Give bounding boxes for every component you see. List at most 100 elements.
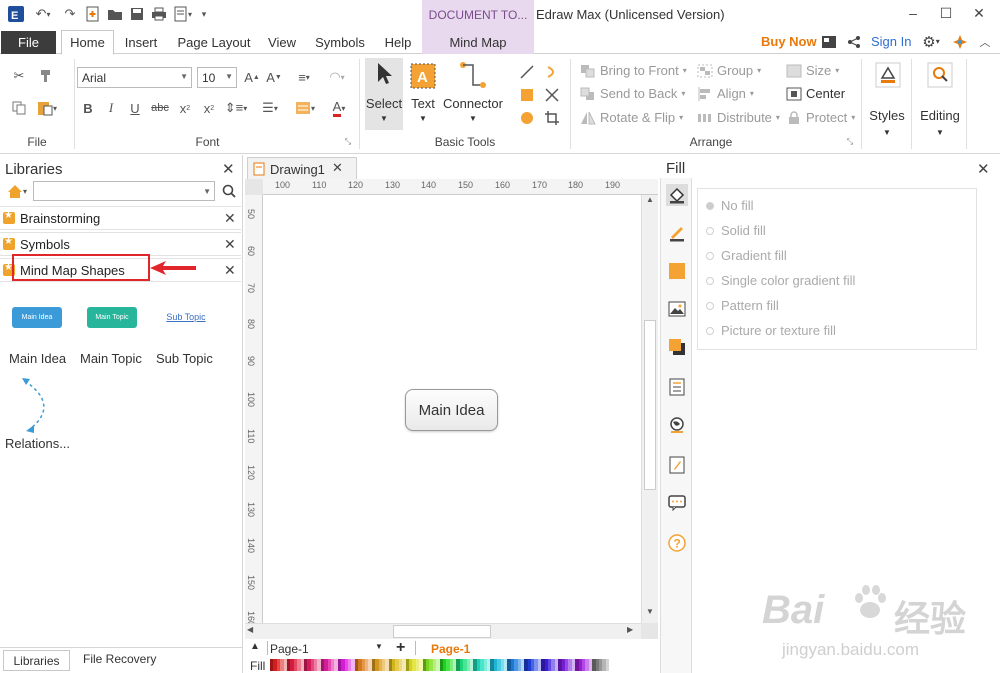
globe-icon[interactable]: [666, 414, 688, 436]
close-window-icon[interactable]: ✕: [966, 3, 992, 23]
arc-icon[interactable]: [543, 63, 561, 81]
print-icon[interactable]: [150, 5, 168, 23]
distribute-button[interactable]: Distribute ▾: [697, 110, 780, 125]
close-icon[interactable]: ✕: [224, 236, 236, 253]
bold-icon[interactable]: B: [80, 99, 96, 117]
tab-symbols[interactable]: Symbols: [310, 30, 370, 54]
connector-tool-button[interactable]: Connector ▼: [442, 58, 504, 130]
select-tool-button[interactable]: Select ▼: [365, 58, 403, 130]
horizontal-scroll-thumb[interactable]: [393, 625, 491, 638]
horizontal-scrollbar[interactable]: ◀ ▶: [245, 623, 641, 639]
comment-icon[interactable]: [666, 492, 688, 514]
vertical-scrollbar[interactable]: ▲ ▼: [641, 195, 658, 623]
fill-option-pattern-fill[interactable]: Pattern fill: [706, 298, 779, 313]
scroll-up-icon[interactable]: ▲: [644, 195, 656, 209]
fill-bucket-icon[interactable]: [666, 184, 688, 206]
open-folder-icon[interactable]: [106, 5, 124, 23]
fill-option-single-color-gradient-fill[interactable]: Single color gradient fill: [706, 273, 855, 288]
tab-home[interactable]: Home: [61, 30, 114, 55]
bullets-icon[interactable]: ☰ ▾: [256, 99, 284, 117]
image-icon[interactable]: [666, 298, 688, 320]
rectangle-icon[interactable]: [518, 86, 536, 104]
close-icon[interactable]: ✕: [224, 210, 236, 227]
page-selector[interactable]: Page-1: [270, 642, 309, 656]
close-icon[interactable]: ✕: [332, 160, 343, 176]
grow-font-icon[interactable]: A ▲: [243, 67, 261, 87]
close-icon[interactable]: ✕: [222, 160, 235, 178]
superscript-icon[interactable]: x2: [200, 99, 218, 117]
crop-icon[interactable]: [543, 109, 561, 127]
gear-icon[interactable]: ⚙ ▾: [918, 32, 944, 51]
font-color-icon[interactable]: A ▾: [326, 99, 352, 117]
center-button[interactable]: Center: [786, 86, 845, 101]
drawing-page[interactable]: Main Idea: [263, 195, 641, 623]
italic-icon[interactable]: I: [103, 99, 119, 117]
cut-icon[interactable]: ✂: [10, 67, 28, 85]
close-icon[interactable]: ✕: [224, 262, 236, 279]
line-spacing-icon[interactable]: ⇕≡ ▾: [223, 99, 249, 117]
size-button[interactable]: Size ▾: [786, 63, 839, 78]
search-icon[interactable]: [220, 182, 238, 200]
main-idea-shape-thumb[interactable]: Main Idea: [12, 307, 62, 328]
bring-to-front-button[interactable]: Bring to Front ▾: [580, 63, 687, 78]
scroll-right-icon[interactable]: ▶: [627, 625, 639, 638]
library-item-brainstorming[interactable]: Brainstorming ✕: [0, 206, 241, 230]
tab-file-recovery[interactable]: File Recovery: [83, 652, 156, 666]
scroll-left-icon[interactable]: ◀: [247, 625, 259, 638]
close-icon[interactable]: ✕: [977, 160, 990, 178]
line-icon[interactable]: [518, 63, 536, 81]
paste-icon[interactable]: ▾: [34, 99, 60, 117]
tab-page-layout[interactable]: Page Layout: [172, 30, 256, 54]
text-tool-button[interactable]: A Text ▼: [406, 58, 440, 130]
main-idea-shape[interactable]: Main Idea: [405, 389, 498, 431]
fill-option-gradient-fill[interactable]: Gradient fill: [706, 248, 787, 263]
share-icon[interactable]: [846, 33, 862, 50]
document-edit-icon[interactable]: [666, 454, 688, 476]
color-swatch[interactable]: [605, 659, 610, 671]
tab-view[interactable]: View: [263, 30, 301, 54]
underline-icon[interactable]: U: [127, 99, 143, 117]
font-family-select[interactable]: Arial ▼: [77, 67, 192, 88]
arrange-dialog-launcher-icon[interactable]: ⤡: [845, 137, 855, 147]
format-painter-icon[interactable]: [36, 67, 54, 85]
chevron-down-icon[interactable]: ▼: [375, 642, 383, 651]
save-icon[interactable]: [128, 5, 146, 23]
help-icon[interactable]: ?: [666, 532, 688, 554]
add-page-icon[interactable]: +: [396, 639, 405, 657]
curve-text-icon[interactable]: ◠ ▾: [322, 67, 352, 87]
tab-libraries[interactable]: Libraries: [3, 650, 70, 671]
font-dialog-launcher-icon[interactable]: ⤡: [343, 137, 353, 147]
page-navigator-icon[interactable]: ▲: [250, 641, 260, 652]
customize-toolbar-icon[interactable]: ▾: [198, 5, 210, 23]
sub-topic-shape-thumb[interactable]: Sub Topic: [160, 312, 212, 326]
fill-option-no-fill[interactable]: No fill: [706, 198, 754, 213]
editing-button[interactable]: Editing ▼: [915, 60, 965, 140]
page-properties-icon[interactable]: [666, 376, 688, 398]
copy-icon[interactable]: [10, 99, 28, 117]
relations-shape-thumb[interactable]: [20, 375, 52, 435]
line-style-icon[interactable]: [666, 222, 688, 244]
cross-icon[interactable]: [543, 86, 561, 104]
fill-option-solid-fill[interactable]: Solid fill: [706, 223, 766, 238]
buy-now-link[interactable]: Buy Now: [761, 34, 817, 49]
file-menu-tab[interactable]: File: [1, 31, 56, 54]
group-button[interactable]: Group ▾: [697, 63, 761, 78]
font-size-select[interactable]: 10 ▼: [197, 67, 237, 88]
tab-mind-map[interactable]: Mind Map: [422, 30, 534, 54]
send-to-back-button[interactable]: Send to Back ▾: [580, 86, 685, 101]
export-icon[interactable]: ▾: [172, 5, 194, 23]
shrink-font-icon[interactable]: A ▼: [265, 67, 283, 87]
shadow-color-icon[interactable]: [666, 260, 688, 282]
license-icon[interactable]: [820, 33, 838, 50]
fill-option-picture-texture-fill[interactable]: Picture or texture fill: [706, 323, 836, 338]
text-background-icon[interactable]: ▾: [291, 99, 319, 117]
minimize-icon[interactable]: –: [900, 3, 926, 23]
document-tab-drawing1[interactable]: Drawing1 ✕: [247, 157, 357, 179]
scroll-down-icon[interactable]: ▼: [644, 607, 656, 621]
protect-button[interactable]: Protect ▾: [786, 110, 855, 125]
main-topic-shape-thumb[interactable]: Main Topic: [87, 307, 137, 328]
color-palette[interactable]: [270, 659, 615, 671]
library-home-icon[interactable]: ▾: [3, 182, 31, 200]
align-button[interactable]: Align ▾: [697, 86, 754, 101]
new-document-icon[interactable]: [84, 5, 102, 23]
